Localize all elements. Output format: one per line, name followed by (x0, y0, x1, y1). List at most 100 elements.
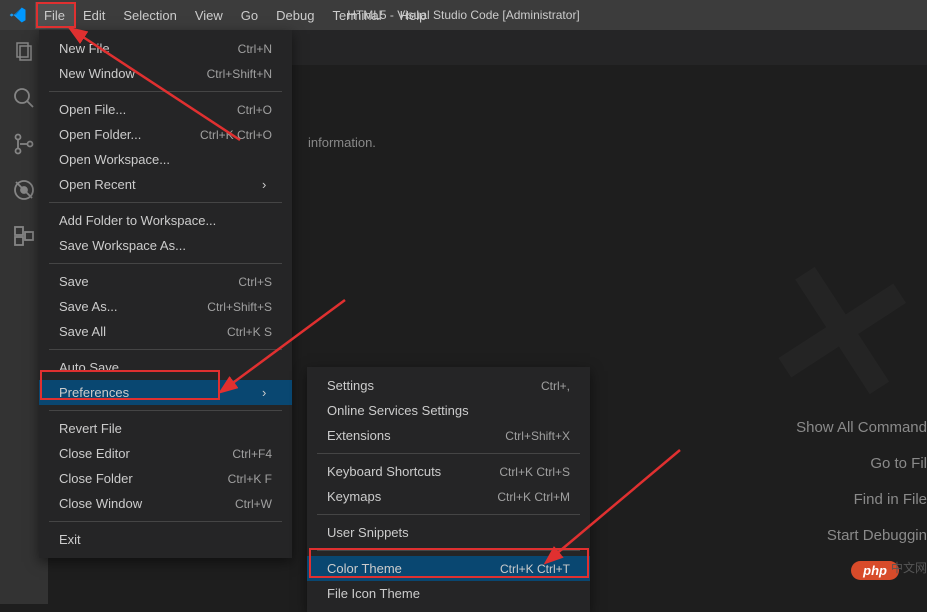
menu-item-shortcut: Ctrl+K Ctrl+M (497, 490, 570, 504)
file-menu-item[interactable]: Revert File (39, 416, 292, 441)
file-menu-item[interactable]: Close Window Ctrl+W (39, 491, 292, 516)
debug-icon[interactable] (12, 178, 36, 202)
menubar-item-edit[interactable]: Edit (74, 2, 114, 29)
menu-item-label: Color Theme (327, 561, 402, 576)
menu-item-label: Preferences (59, 385, 129, 400)
menu-item-shortcut: Ctrl+, (541, 379, 570, 393)
chevron-right-icon: › (262, 385, 272, 400)
window-title: HTML5 - Visual Studio Code [Administrato… (347, 8, 580, 22)
pref-menu-item[interactable]: Keymaps Ctrl+K Ctrl+M (307, 484, 590, 509)
menu-item-label: Auto Save (59, 360, 119, 375)
watermark-text: 中文网 (891, 559, 927, 576)
pref-menu-item[interactable]: Color Theme Ctrl+K Ctrl+T (307, 556, 590, 581)
file-menu-dropdown: New File Ctrl+N New Window Ctrl+Shift+N Open… (39, 30, 292, 558)
menubar-item-selection[interactable]: Selection (114, 2, 185, 29)
menu-item-shortcut: Ctrl+O (237, 103, 272, 117)
menu-item-label: Open Folder... (59, 127, 141, 142)
menubar-item-go[interactable]: Go (232, 2, 267, 29)
menu-item-label: Save All (59, 324, 106, 339)
title-bar: FileEditSelectionViewGoDebugTerminalHelp… (0, 0, 927, 30)
menu-item-shortcut: Ctrl+Shift+S (207, 300, 272, 314)
menu-item-label: Open Recent (59, 177, 136, 192)
menu-separator (49, 91, 282, 92)
file-menu-item[interactable]: Close Editor Ctrl+F4 (39, 441, 292, 466)
instruction-line: Go to Fil (796, 446, 927, 482)
menu-item-label: File Icon Theme (327, 586, 420, 601)
menu-item-label: Open File... (59, 102, 126, 117)
menu-item-label: Close Folder (59, 471, 133, 486)
menu-item-label: Settings (327, 378, 374, 393)
file-menu-item[interactable]: New File Ctrl+N (39, 36, 292, 61)
file-menu-item[interactable]: Add Folder to Workspace... (39, 208, 292, 233)
file-menu-item[interactable]: Exit (39, 527, 292, 552)
vscode-logo-icon (0, 6, 35, 24)
menubar-item-file[interactable]: File (35, 2, 74, 29)
menu-item-label: Online Services Settings (327, 403, 469, 418)
menu-item-shortcut: Ctrl+S (238, 275, 272, 289)
menu-item-label: Open Workspace... (59, 152, 170, 167)
menu-separator (49, 263, 282, 264)
menu-separator (317, 550, 580, 551)
menubar-item-view[interactable]: View (186, 2, 232, 29)
menu-item-label: Extensions (327, 428, 391, 443)
chevron-right-icon: › (262, 177, 272, 192)
file-menu-item[interactable]: Open Recent › (39, 172, 292, 197)
file-menu-item[interactable]: Save All Ctrl+K S (39, 319, 292, 344)
menu-item-label: Close Editor (59, 446, 130, 461)
menu-separator (49, 349, 282, 350)
menu-separator (49, 521, 282, 522)
file-menu-item[interactable]: Open Workspace... (39, 147, 292, 172)
search-icon[interactable] (12, 86, 36, 110)
menu-item-shortcut: Ctrl+K Ctrl+O (200, 128, 272, 142)
file-menu-item[interactable]: Save Ctrl+S (39, 269, 292, 294)
file-menu-item[interactable]: Save Workspace As... (39, 233, 292, 258)
file-menu-item[interactable]: Preferences › (39, 380, 292, 405)
instruction-line: Start Debuggin (796, 518, 927, 554)
preferences-submenu: Settings Ctrl+, Online Services Settings Ex… (307, 367, 590, 612)
menu-item-shortcut: Ctrl+Shift+N (207, 67, 272, 81)
menu-item-label: Exit (59, 532, 81, 547)
menu-item-label: Add Folder to Workspace... (59, 213, 216, 228)
pref-menu-item[interactable]: Online Services Settings (307, 398, 590, 423)
menu-item-shortcut: Ctrl+W (235, 497, 272, 511)
file-menu-item[interactable]: Open File... Ctrl+O (39, 97, 292, 122)
pref-menu-item[interactable]: Keyboard Shortcuts Ctrl+K Ctrl+S (307, 459, 590, 484)
menu-item-label: User Snippets (327, 525, 409, 540)
instruction-line: Find in File (796, 482, 927, 518)
file-menu-item[interactable]: Close Folder Ctrl+K F (39, 466, 292, 491)
file-menu-item[interactable]: Open Folder... Ctrl+K Ctrl+O (39, 122, 292, 147)
keyboard-instructions: Show All CommandGo to FilFind in FileSta… (796, 410, 927, 554)
menu-separator (317, 514, 580, 515)
menu-item-label: Save As... (59, 299, 118, 314)
menu-item-label: Revert File (59, 421, 122, 436)
menu-item-shortcut: Ctrl+K S (227, 325, 272, 339)
pref-menu-item[interactable]: Settings Ctrl+, (307, 373, 590, 398)
file-menu-item[interactable]: New Window Ctrl+Shift+N (39, 61, 292, 86)
menu-item-shortcut: Ctrl+K Ctrl+S (499, 465, 570, 479)
pref-menu-item[interactable]: User Snippets (307, 520, 590, 545)
extensions-icon[interactable] (12, 224, 36, 248)
menu-item-shortcut: Ctrl+K F (228, 472, 272, 486)
menu-item-shortcut: Ctrl+K Ctrl+T (500, 562, 570, 576)
source-control-icon[interactable] (12, 132, 36, 156)
menu-separator (317, 453, 580, 454)
file-menu-item[interactable]: Auto Save (39, 355, 292, 380)
instruction-line: Show All Command (796, 410, 927, 446)
menu-item-label: Save Workspace As... (59, 238, 186, 253)
file-menu-item[interactable]: Save As... Ctrl+Shift+S (39, 294, 292, 319)
menu-separator (49, 410, 282, 411)
menu-item-label: Close Window (59, 496, 142, 511)
menu-separator (49, 202, 282, 203)
menu-item-label: Keyboard Shortcuts (327, 464, 441, 479)
pref-menu-item[interactable]: Extensions Ctrl+Shift+X (307, 423, 590, 448)
menu-item-label: Save (59, 274, 89, 289)
menu-item-label: New Window (59, 66, 135, 81)
menu-item-label: New File (59, 41, 110, 56)
explorer-icon[interactable] (12, 40, 36, 64)
menu-item-shortcut: Ctrl+Shift+X (505, 429, 570, 443)
menu-item-shortcut: Ctrl+F4 (232, 447, 272, 461)
menu-item-label: Keymaps (327, 489, 381, 504)
menu-item-shortcut: Ctrl+N (238, 42, 272, 56)
pref-menu-item[interactable]: File Icon Theme (307, 581, 590, 606)
menubar-item-debug[interactable]: Debug (267, 2, 323, 29)
